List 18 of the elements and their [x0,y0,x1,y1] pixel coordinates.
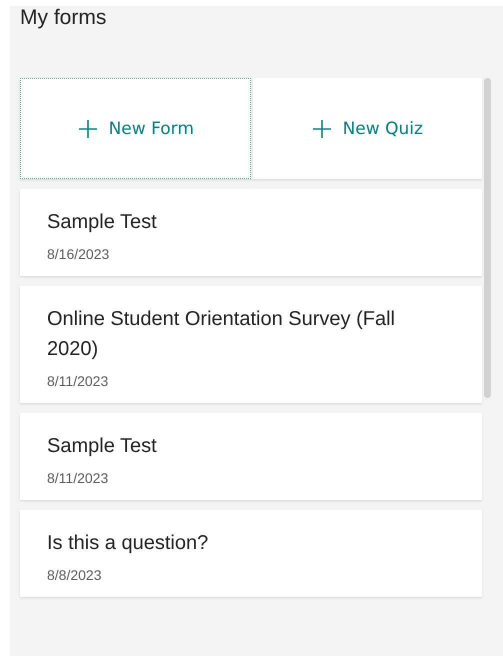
form-card[interactable]: Is this a question? 8/8/2023 [20,510,482,597]
form-date: 8/16/2023 [47,246,110,262]
form-name: Is this a question? [47,531,210,556]
form-date: 8/11/2023 [47,470,110,486]
scrollbar-thumb[interactable] [484,78,491,398]
new-item-button[interactable]: New Form [20,78,250,179]
form-name: Sample Test [47,210,158,235]
form-card[interactable]: Sample Test 8/11/2023 [20,413,482,500]
panel-title: My forms [20,6,108,31]
form-card[interactable]: Online Student Orientation Survey (Fall 2020) 8/11/2023 [20,286,482,403]
plus-icon [310,118,333,140]
form-date: 8/11/2023 [47,373,110,389]
form-date: 8/8/2023 [47,567,102,583]
form-name: Sample Test [47,434,158,459]
form-name: Online Student Orientation Survey (Fall 2020) [47,307,396,362]
plus-icon [76,118,99,140]
form-card[interactable]: Sample Test 8/16/2023 [20,189,482,276]
new-item-button[interactable]: New Quiz [250,78,482,179]
